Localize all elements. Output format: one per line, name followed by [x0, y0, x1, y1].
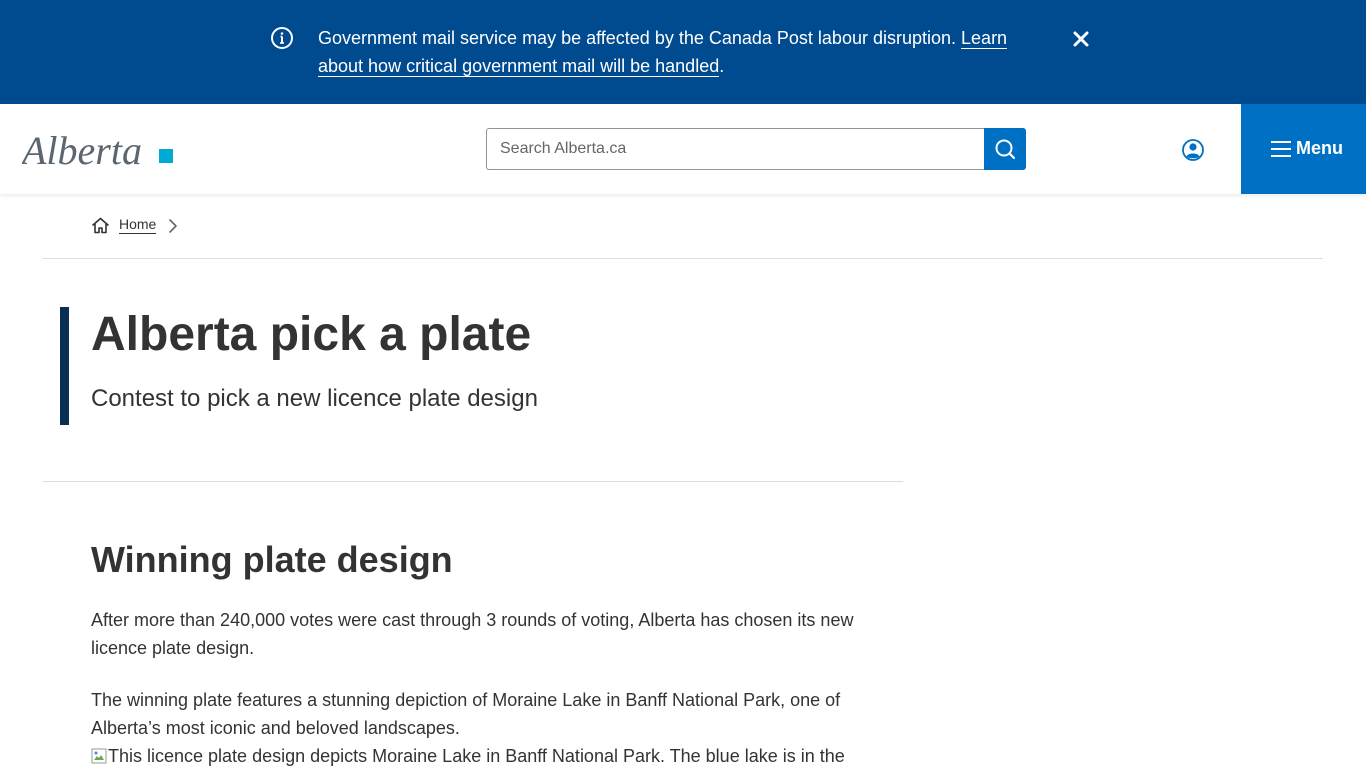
site-header: Alberta Menu	[0, 104, 1366, 194]
alert-trailing-punctuation: .	[719, 56, 725, 76]
hero-divider	[43, 481, 903, 482]
plate-design-image: This licence plate design depicts Morain…	[91, 742, 871, 782]
broken-image-icon	[91, 748, 107, 764]
hero-accent-bar	[60, 307, 69, 425]
content-paragraph: The winning plate features a stunning de…	[91, 690, 841, 738]
alberta-logo-wordmark: Alberta	[22, 128, 142, 173]
hamburger-icon	[1271, 141, 1291, 157]
alberta-logo[interactable]: Alberta	[22, 124, 182, 176]
chevron-right-icon	[169, 219, 177, 233]
page-title: Alberta pick a plate	[91, 308, 532, 361]
info-circle-icon	[271, 27, 293, 49]
search-button[interactable]	[984, 128, 1026, 170]
plate-design-image-alt: This licence plate design depicts Morain…	[108, 746, 845, 766]
alert-message-text: Government mail service may be affected …	[318, 28, 957, 48]
alert-message: Government mail service may be affected …	[318, 24, 1038, 80]
magnifier-icon	[995, 139, 1016, 160]
close-icon[interactable]	[1068, 26, 1094, 52]
section-heading: Winning plate design	[91, 539, 453, 580]
search-input[interactable]	[486, 128, 984, 170]
menu-button[interactable]: Menu	[1241, 104, 1366, 194]
page-subtitle: Contest to pick a new licence plate desi…	[91, 385, 538, 412]
breadcrumb-divider	[43, 258, 1323, 259]
breadcrumb-home-link[interactable]: Home	[119, 215, 157, 234]
menu-label: Menu	[1296, 138, 1343, 158]
alert-banner: Government mail service may be affected …	[0, 0, 1366, 104]
content-paragraph: After more than 240,000 votes were cast …	[91, 610, 854, 658]
user-circle-icon[interactable]	[1180, 137, 1206, 163]
house-icon	[92, 217, 109, 234]
